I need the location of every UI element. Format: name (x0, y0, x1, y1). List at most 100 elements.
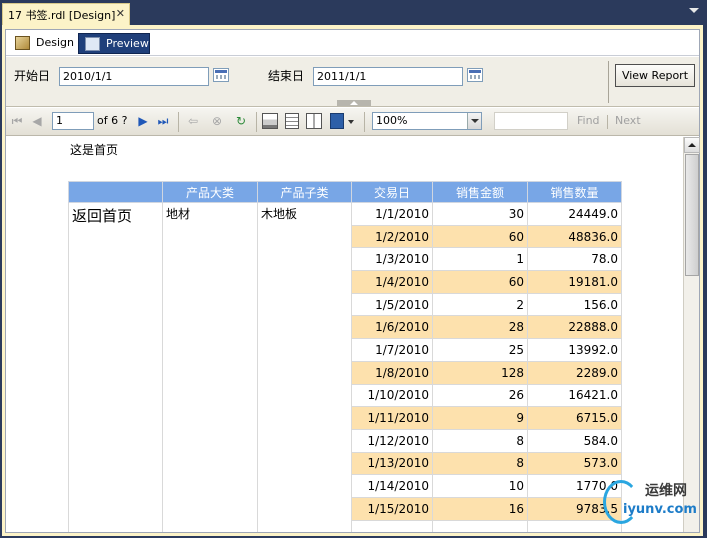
column-header: 产品大类 (162, 181, 258, 203)
next-button[interactable]: Next (615, 114, 641, 127)
start-date-input[interactable]: 2010/1/1 (59, 67, 209, 86)
calendar-icon[interactable] (213, 68, 229, 82)
date-cell: 1/1/2010 (351, 202, 433, 226)
watermark-cn: 运维网 (645, 483, 687, 499)
quantity-cell: 2289.0 (527, 360, 622, 385)
calendar-icon[interactable] (467, 68, 483, 82)
quantity-cell: 156.0 (527, 292, 622, 317)
first-page-icon[interactable]: ⏮ (10, 114, 24, 128)
page-setup-icon[interactable] (306, 113, 322, 129)
previous-page-icon[interactable]: ◀ (30, 114, 44, 128)
back-icon[interactable]: ⇦ (186, 114, 200, 128)
stop-icon[interactable]: ⊗ (210, 114, 224, 128)
tab-preview-label: Preview (106, 37, 149, 50)
quantity-cell: 6715.0 (527, 406, 622, 430)
print-icon[interactable] (262, 113, 278, 129)
back-to-home-link[interactable]: 返回首页 (68, 201, 163, 532)
column-header: 销售金额 (432, 181, 528, 203)
amount-cell: 8 (432, 451, 528, 476)
quantity-cell: 22888.0 (527, 315, 622, 340)
date-cell: 1/8/2010 (351, 360, 433, 385)
subcategory-cell: 木地板 (257, 201, 352, 532)
quantity-cell: 16421.0 (527, 383, 622, 408)
document-tab-strip: 17 书签.rdl [Design] ✕ (0, 0, 707, 25)
parameter-panel: 开始日 2010/1/1 结束日 2011/1/1 View Report (6, 57, 699, 107)
design-icon (15, 36, 30, 50)
date-cell: 1/4/2010 (351, 270, 433, 294)
tab-design[interactable]: Design (9, 33, 75, 54)
amount-cell: 30 (432, 202, 528, 226)
window-list-dropdown-icon[interactable] (689, 8, 699, 13)
tab-design-label: Design (36, 36, 74, 49)
refresh-icon[interactable]: ↻ (234, 114, 248, 128)
print-layout-icon[interactable] (285, 113, 299, 129)
designer-frame: Design Preview 开始日 2010/1/1 结束日 2011/1/1… (2, 25, 703, 536)
divider (364, 112, 365, 132)
amount-cell: 60 (432, 224, 528, 249)
divider (608, 61, 609, 103)
report-toolbar: ⏮ ◀ 1 of 6 ? ▶ ⏭ ⇦ ⊗ ↻ 100% Find Next (6, 108, 699, 136)
amount-cell: 2 (432, 292, 528, 317)
column-header: 产品子类 (257, 181, 352, 203)
date-cell: 1/2/2010 (351, 224, 433, 249)
amount-cell: 1 (432, 247, 528, 272)
amount-cell: 60 (432, 270, 528, 294)
column-header (68, 181, 163, 203)
document-tab[interactable]: 17 书签.rdl [Design] ✕ (2, 3, 130, 25)
quantity-cell: 48836.0 (527, 224, 622, 249)
watermark-en: iyunv.com (623, 502, 697, 517)
zoom-value: 100% (376, 114, 408, 127)
column-header: 交易日 (351, 181, 433, 203)
date-cell: 1/7/2010 (351, 338, 433, 362)
amount-cell: 9 (432, 406, 528, 430)
end-date-input[interactable]: 2011/1/1 (313, 67, 463, 86)
date-cell: 1/5/2010 (351, 292, 433, 317)
amount-cell: 8 (432, 428, 528, 453)
quantity-cell: 573.0 (527, 451, 622, 476)
column-header: 销售数量 (527, 181, 622, 203)
divider (178, 112, 179, 132)
collapse-parameters-icon[interactable] (337, 100, 371, 106)
find-input[interactable] (494, 112, 568, 130)
report-canvas: 这是首页 产品大类 产品子类 交易日 销售金额 销售数量 返回首页 地材 木地板 1/… (6, 137, 683, 532)
quantity-cell: 24449.0 (527, 202, 622, 226)
amount-cell: 25 (432, 338, 528, 362)
date-cell: 1/6/2010 (351, 315, 433, 340)
tab-preview[interactable]: Preview (78, 33, 150, 54)
report-heading: 这是首页 (70, 143, 119, 157)
amount-cell: 10 (432, 474, 528, 498)
end-date-label: 结束日 (268, 69, 305, 83)
last-page-icon[interactable]: ⏭ (156, 114, 170, 128)
zoom-select[interactable]: 100% (372, 112, 482, 130)
amount-cell (432, 519, 528, 532)
quantity-cell: 584.0 (527, 428, 622, 453)
date-cell: 1/15/2010 (351, 496, 433, 521)
view-report-button[interactable]: View Report (615, 64, 695, 87)
amount-cell: 16 (432, 496, 528, 521)
quantity-cell: 13992.0 (527, 338, 622, 362)
amount-cell: 26 (432, 383, 528, 408)
divider (256, 112, 257, 132)
vertical-scrollbar[interactable] (683, 137, 700, 532)
export-dropdown-icon[interactable] (348, 120, 354, 124)
export-icon[interactable] (330, 113, 344, 129)
amount-cell: 28 (432, 315, 528, 340)
date-cell: 1/11/2010 (351, 406, 433, 430)
amount-cell: 128 (432, 360, 528, 385)
find-button[interactable]: Find (577, 114, 600, 127)
start-date-label: 开始日 (14, 69, 51, 83)
preview-icon (85, 37, 100, 51)
date-cell: 1/14/2010 (351, 474, 433, 498)
chevron-down-icon[interactable] (467, 113, 481, 129)
page-number-input[interactable]: 1 (52, 112, 94, 130)
category-cell: 地材 (162, 201, 258, 532)
quantity-cell: 78.0 (527, 247, 622, 272)
date-cell: 1/13/2010 (351, 451, 433, 476)
scroll-thumb[interactable] (685, 154, 699, 276)
watermark: 运维网 iyunv.com (603, 478, 699, 528)
close-icon[interactable]: ✕ (116, 7, 125, 20)
next-page-icon[interactable]: ▶ (136, 114, 150, 128)
report-table: 产品大类 产品子类 交易日 销售金额 销售数量 返回首页 地材 木地板 1/1/201… (68, 181, 622, 532)
table-row: 返回首页 地材 木地板 1/1/2010 30 24449.0 (68, 201, 622, 532)
scroll-up-icon[interactable] (684, 137, 700, 153)
